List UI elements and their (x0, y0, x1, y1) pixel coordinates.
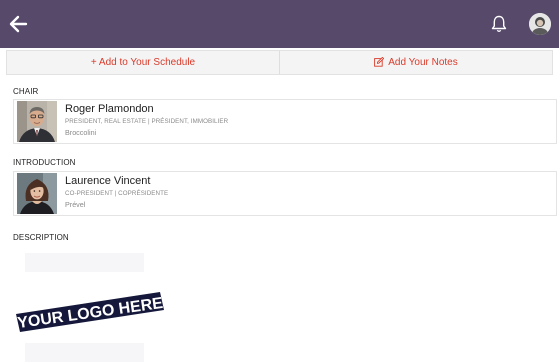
speaker-photo (17, 173, 57, 214)
introduction-speaker-card[interactable]: Laurence Vincent CO-PRESIDENT | COPRÉSID… (13, 171, 557, 216)
add-notes-button[interactable]: Add Your Notes (279, 51, 552, 74)
description-placeholder-bar (25, 253, 144, 272)
user-avatar-button[interactable] (529, 13, 551, 35)
user-avatar-icon (529, 13, 551, 35)
speaker-title: CO-PRESIDENT | COPRÉSIDENTE (65, 190, 169, 197)
bell-icon (491, 15, 507, 32)
speaker-organization: Prével (65, 200, 86, 209)
edit-note-icon (374, 56, 385, 68)
session-action-bar: + Add to Your Schedule Add Your Notes (6, 50, 553, 75)
speaker-organization: Broccolini (65, 128, 97, 137)
logo-placeholder-text: YOUR LOGO HERE (16, 295, 164, 332)
chair-section-label: CHAIR (13, 87, 39, 96)
back-button[interactable] (6, 11, 32, 37)
add-to-schedule-label: + Add to Your Schedule (90, 57, 196, 68)
description-section-label: DESCRIPTION (13, 233, 69, 242)
speaker-photo (17, 101, 57, 142)
add-notes-label: Add Your Notes (388, 57, 458, 68)
top-app-bar (0, 0, 559, 48)
description-placeholder-bar-bottom (25, 343, 144, 362)
logo-placeholder-banner: YOUR LOGO HERE (14, 292, 166, 339)
back-arrow-icon (9, 15, 28, 33)
notifications-button[interactable] (488, 13, 510, 35)
speaker-title: PRESIDENT, REAL ESTATE | PRÉSIDENT, IMMO… (65, 118, 229, 125)
speaker-name: Roger Plamondon (65, 103, 154, 115)
chair-speaker-card[interactable]: Roger Plamondon PRESIDENT, REAL ESTATE |… (13, 99, 557, 144)
introduction-section-label: INTRODUCTION (13, 158, 76, 167)
add-to-schedule-button[interactable]: + Add to Your Schedule (7, 51, 279, 74)
speaker-name: Laurence Vincent (65, 175, 151, 187)
